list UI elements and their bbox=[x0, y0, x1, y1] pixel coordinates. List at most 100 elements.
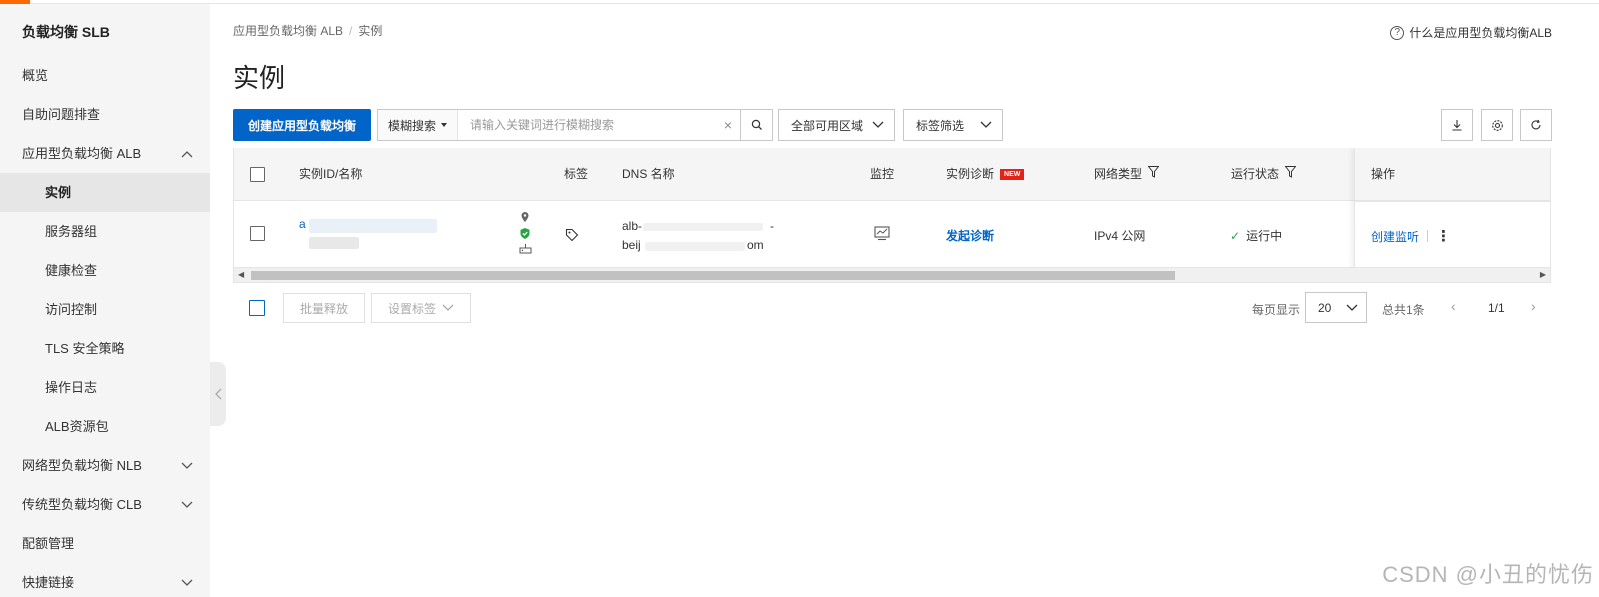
chevron-down-icon bbox=[180, 563, 194, 597]
sidebar-item-server-groups[interactable]: 服务器组 bbox=[0, 212, 210, 251]
network-type: IPv4 公网 bbox=[1094, 229, 1146, 243]
top-bar bbox=[0, 0, 1599, 4]
settings-button[interactable] bbox=[1481, 109, 1513, 141]
filter-icon[interactable] bbox=[1147, 148, 1160, 201]
set-tags-button[interactable]: 设置标签 bbox=[371, 293, 471, 323]
select-all-checkbox[interactable] bbox=[250, 167, 265, 182]
dns-line2-start: beij bbox=[622, 238, 641, 252]
dns-line1-end: - bbox=[770, 219, 774, 233]
tag-filter-dropdown[interactable]: 标签筛选 bbox=[903, 109, 1003, 141]
search-button[interactable] bbox=[740, 110, 772, 140]
select-all-checkbox-cell bbox=[250, 148, 265, 201]
scrollbar-thumb[interactable] bbox=[251, 271, 1175, 280]
sidebar-item-label: 传统型负载均衡 CLB bbox=[22, 497, 142, 512]
tag-icon[interactable] bbox=[565, 228, 579, 242]
search-group: 模糊搜索 × bbox=[377, 109, 773, 141]
search-input[interactable] bbox=[458, 110, 716, 140]
sidebar-item-access-control[interactable]: 访问控制 bbox=[0, 290, 210, 329]
create-listener-link[interactable]: 创建监听 bbox=[1371, 228, 1419, 245]
search-icon bbox=[751, 119, 762, 130]
search-type-label: 模糊搜索 bbox=[388, 118, 437, 133]
network-device-icon bbox=[519, 244, 532, 254]
horizontal-scrollbar[interactable]: ◀ ▶ bbox=[234, 268, 1550, 282]
region-filter-dropdown[interactable]: 全部可用区域 bbox=[778, 109, 895, 141]
sidebar-title: 负载均衡 SLB bbox=[22, 24, 110, 40]
scroll-left-arrow-icon[interactable]: ◀ bbox=[238, 270, 244, 279]
footer-select-all-checkbox[interactable] bbox=[249, 300, 265, 316]
help-link[interactable]: ? 什么是应用型负载均衡ALB bbox=[1390, 24, 1552, 41]
check-icon: ✓ bbox=[1230, 228, 1241, 243]
column-header-status: 运行状态 bbox=[1231, 148, 1297, 201]
sidebar-collapse-handle[interactable] bbox=[210, 362, 226, 426]
sidebar-group-shortcuts[interactable]: 快捷链接 bbox=[0, 563, 210, 597]
prev-page-icon[interactable]: ‹ bbox=[1451, 298, 1456, 314]
refresh-button[interactable] bbox=[1520, 109, 1552, 141]
column-header-network-label: 网络类型 bbox=[1094, 167, 1143, 181]
sidebar-item-self-troubleshoot[interactable]: 自助问题排查 bbox=[0, 95, 210, 134]
caret-down-icon bbox=[441, 123, 448, 127]
sidebar-group-nlb[interactable]: 网络型负载均衡 NLB bbox=[0, 446, 210, 485]
sidebar-item-overview[interactable]: 概览 bbox=[0, 56, 210, 95]
next-page-icon[interactable]: › bbox=[1531, 298, 1536, 314]
filter-icon[interactable] bbox=[1284, 148, 1297, 201]
sidebar-item-tls-policy[interactable]: TLS 安全策略 bbox=[0, 329, 210, 368]
sidebar-item-label: 健康检查 bbox=[45, 263, 98, 278]
chevron-down-icon bbox=[180, 485, 194, 524]
chevron-left-icon bbox=[214, 388, 221, 400]
row-checkbox[interactable] bbox=[250, 226, 265, 241]
column-header-ops: 操作 bbox=[1371, 167, 1396, 181]
table-row: a alb- - beij om 发起诊断 IPv4 公网 ✓ 运行中 bbox=[234, 201, 1550, 268]
breadcrumb-parent-link[interactable]: 应用型负载均衡 ALB bbox=[233, 24, 343, 38]
search-type-select[interactable]: 模糊搜索 bbox=[378, 110, 458, 140]
download-button[interactable] bbox=[1441, 109, 1473, 141]
instance-id-cell: a bbox=[299, 217, 306, 231]
instance-id-link[interactable]: a bbox=[299, 217, 306, 231]
sidebar-group-clb[interactable]: 传统型负载均衡 CLB bbox=[0, 485, 210, 524]
dns-name-line1: alb- bbox=[622, 219, 642, 233]
column-header-status-label: 运行状态 bbox=[1231, 167, 1280, 181]
total-count: 总共1条 bbox=[1382, 303, 1425, 317]
chevron-down-icon bbox=[442, 304, 454, 311]
create-alb-button[interactable]: 创建应用型负载均衡 bbox=[233, 109, 371, 141]
sidebar-item-alb-package[interactable]: ALB资源包 bbox=[0, 407, 210, 446]
sidebar-group-alb[interactable]: 应用型负载均衡 ALB bbox=[0, 134, 210, 173]
batch-release-button[interactable]: 批量释放 bbox=[283, 293, 365, 323]
column-header-id: 实例ID/名称 bbox=[299, 167, 363, 181]
dns-line2-end: om bbox=[747, 238, 764, 252]
column-header-dns: DNS 名称 bbox=[622, 167, 675, 181]
more-actions-icon[interactable]: ⋮ bbox=[1436, 227, 1451, 245]
clear-icon[interactable]: × bbox=[716, 117, 740, 133]
sidebar-item-label: 操作日志 bbox=[45, 380, 98, 395]
location-pin-icon bbox=[521, 212, 529, 222]
page-size-select[interactable]: 20 bbox=[1305, 292, 1367, 323]
sidebar-item-label: 配额管理 bbox=[22, 536, 75, 551]
sidebar-item-quota[interactable]: 配额管理 bbox=[0, 524, 210, 563]
chevron-down-icon bbox=[1346, 304, 1358, 311]
instance-attribute-icons bbox=[519, 211, 533, 254]
instance-table: 实例ID/名称 标签 DNS 名称 监控 实例诊断 NEW 网络类型 运行状态 … bbox=[233, 148, 1551, 283]
status-cell: ✓ 运行中 bbox=[1230, 227, 1282, 244]
sidebar-item-instances[interactable]: 实例 bbox=[0, 173, 210, 212]
chevron-down-icon bbox=[872, 121, 884, 128]
column-header-network: 网络类型 bbox=[1094, 148, 1160, 201]
sidebar-item-label: 自助问题排查 bbox=[22, 107, 101, 122]
chevron-down-icon bbox=[980, 121, 992, 128]
sidebar-item-label: 访问控制 bbox=[45, 302, 98, 317]
breadcrumb-current: 实例 bbox=[358, 24, 383, 38]
operation-column: 操作 创建监听 ⋮ bbox=[1354, 148, 1550, 268]
tag-filter-label: 标签筛选 bbox=[916, 118, 965, 133]
header-divider bbox=[1355, 201, 1550, 202]
scroll-right-arrow-icon[interactable]: ▶ bbox=[1540, 270, 1546, 279]
sidebar-item-operation-log[interactable]: 操作日志 bbox=[0, 368, 210, 407]
sidebar-item-label: 网络型负载均衡 NLB bbox=[22, 458, 142, 473]
ops-cell: 创建监听 ⋮ bbox=[1371, 227, 1451, 245]
redacted-dns-part bbox=[645, 242, 745, 251]
region-filter-label: 全部可用区域 bbox=[791, 118, 864, 133]
start-diagnosis-link[interactable]: 发起诊断 bbox=[946, 227, 994, 244]
table-header: 实例ID/名称 标签 DNS 名称 监控 实例诊断 NEW 网络类型 运行状态 bbox=[234, 148, 1550, 201]
redacted-instance-name bbox=[309, 237, 359, 249]
sidebar-item-health-check[interactable]: 健康检查 bbox=[0, 251, 210, 290]
help-icon: ? bbox=[1390, 25, 1405, 40]
monitor-icon[interactable] bbox=[874, 226, 890, 241]
per-page-label: 每页显示 bbox=[1252, 303, 1301, 317]
